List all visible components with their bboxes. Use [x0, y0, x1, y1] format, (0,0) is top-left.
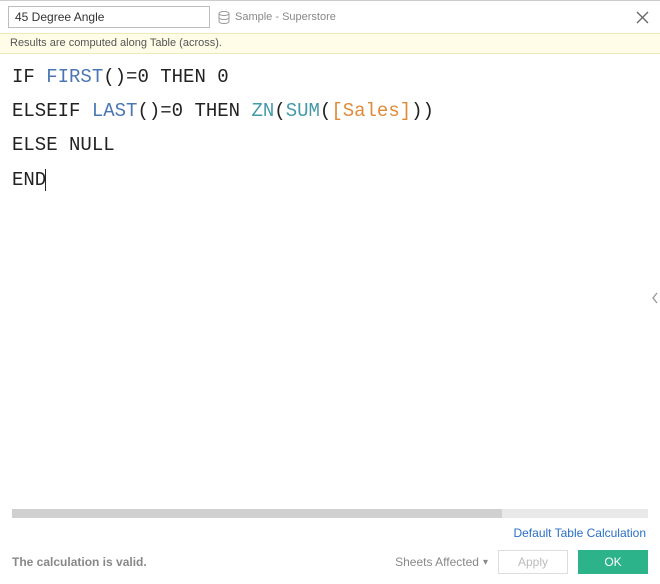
formula-editor[interactable]: IF FIRST()=0 THEN 0 ELSEIF LAST()=0 THEN…: [0, 54, 660, 509]
ok-button[interactable]: OK: [578, 550, 648, 574]
dialog-footer: The calculation is valid. Sheets Affecte…: [0, 546, 660, 584]
close-button[interactable]: [632, 7, 652, 27]
default-calc-row: Default Table Calculation: [0, 520, 660, 546]
compute-info-bar: Results are computed along Table (across…: [0, 33, 660, 54]
chevron-down-icon: ▾: [483, 557, 488, 568]
datasource-label: Sample - Superstore: [235, 11, 336, 23]
datasource-indicator[interactable]: Sample - Superstore: [218, 11, 336, 24]
close-icon: [636, 11, 649, 24]
validation-status: The calculation is valid.: [12, 555, 147, 569]
apply-button: Apply: [498, 550, 568, 574]
calculation-name-input[interactable]: [8, 6, 210, 28]
database-icon: [218, 11, 230, 24]
horizontal-scrollbar[interactable]: [0, 509, 660, 520]
text-caret: [45, 169, 46, 191]
scroll-thumb[interactable]: [12, 509, 502, 518]
side-expand-handle[interactable]: [650, 290, 660, 306]
calculation-editor-dialog: Sample - Superstore Results are computed…: [0, 0, 660, 584]
sheets-affected-dropdown[interactable]: Sheets Affected ▾: [395, 555, 488, 569]
scroll-track: [12, 509, 648, 518]
compute-info-text: Results are computed along Table (across…: [10, 37, 222, 49]
sheets-affected-label: Sheets Affected: [395, 555, 479, 569]
chevron-left-icon: [651, 292, 659, 304]
default-table-calculation-link[interactable]: Default Table Calculation: [513, 526, 646, 540]
dialog-header: Sample - Superstore: [0, 1, 660, 33]
